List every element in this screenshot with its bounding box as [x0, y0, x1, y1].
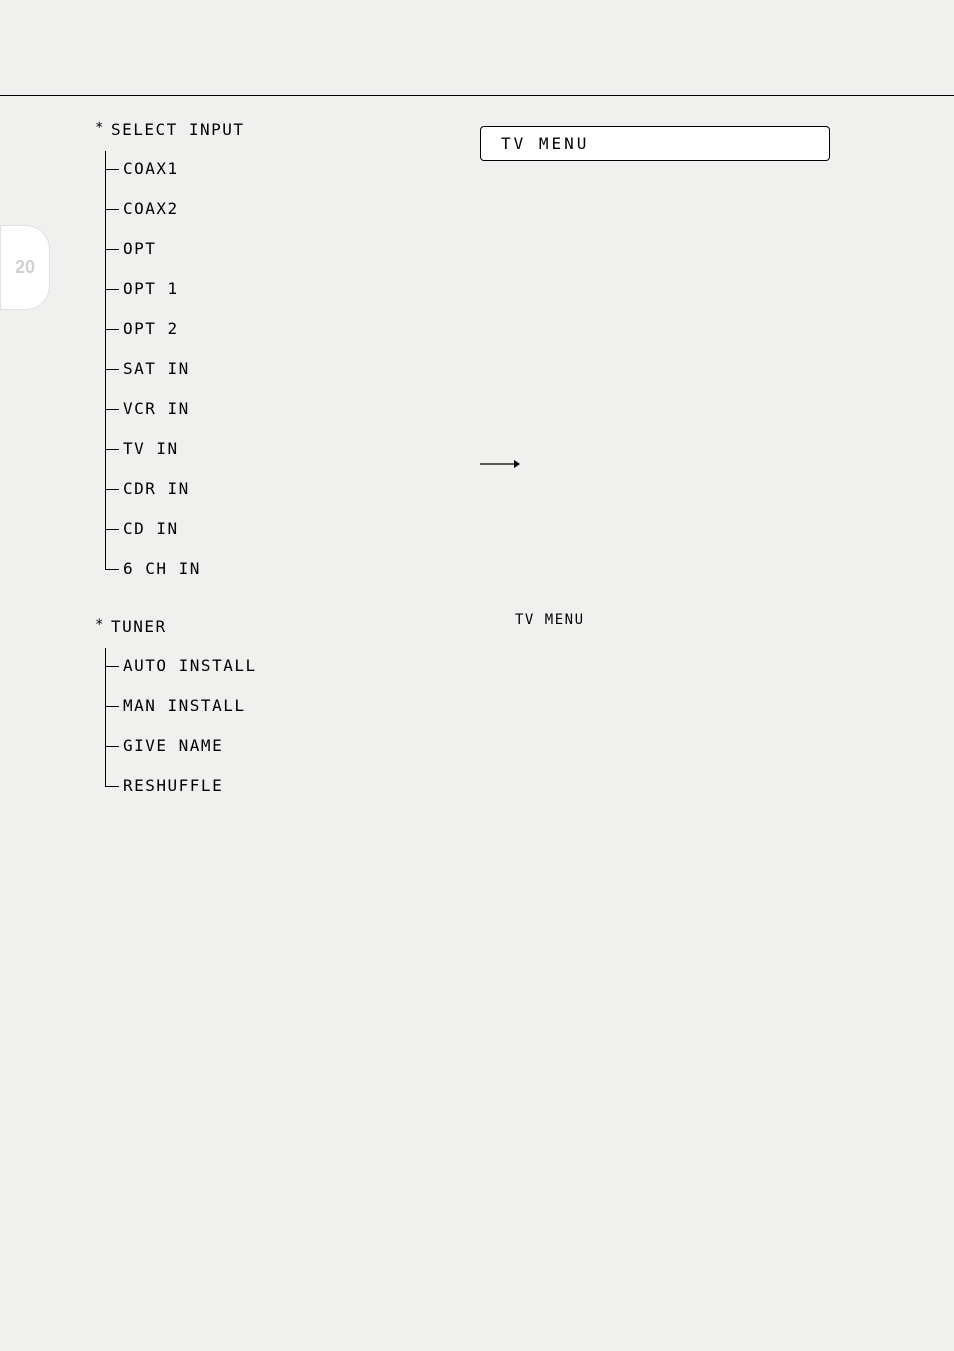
- tree-item: CD IN: [105, 519, 245, 539]
- tree-item: GIVE NAME: [105, 736, 257, 756]
- tree-item-label: 6 CH IN: [123, 559, 201, 578]
- tree-item-label: MAN INSTALL: [123, 696, 245, 715]
- tree-item-label: AUTO INSTALL: [123, 656, 257, 675]
- tree-item-label: RESHUFFLE: [123, 776, 223, 795]
- page-number-tab: 20: [0, 225, 50, 310]
- tree-item: COAX1: [105, 159, 245, 179]
- tree-item: OPT: [105, 239, 245, 259]
- tree-item: OPT 2: [105, 319, 245, 339]
- tree-select-input: * SELECT INPUT COAX1 COAX2 OPT OPT 1 OPT 2 SA…: [95, 120, 245, 599]
- tree-item: VCR IN: [105, 399, 245, 419]
- tree-item-label: OPT 1: [123, 279, 179, 298]
- tree-item-label: CD IN: [123, 519, 179, 538]
- lcd-display-bar: TV MENU: [480, 126, 830, 161]
- tree-item-label: GIVE NAME: [123, 736, 223, 755]
- tree-item-label: OPT: [123, 239, 156, 258]
- arrow-right-icon: [480, 457, 520, 471]
- tree-item: RESHUFFLE: [105, 776, 257, 796]
- tree-item: COAX2: [105, 199, 245, 219]
- tree-item-label: COAX1: [123, 159, 179, 178]
- tree-root-label: SELECT INPUT: [111, 120, 245, 139]
- asterisk-icon: *: [95, 617, 105, 633]
- tree-item: OPT 1: [105, 279, 245, 299]
- tree-item: TV IN: [105, 439, 245, 459]
- tree-item: SAT IN: [105, 359, 245, 379]
- tree-tuner: * TUNER AUTO INSTALL MAN INSTALL GIVE NAME…: [95, 617, 257, 816]
- tree-item: MAN INSTALL: [105, 696, 257, 716]
- tree-item: 6 CH IN: [105, 559, 245, 579]
- tree-root-label: TUNER: [111, 617, 167, 636]
- tree-item-label: VCR IN: [123, 399, 190, 418]
- tree-item-label: COAX2: [123, 199, 179, 218]
- page-number: 20: [15, 257, 35, 278]
- top-hairline: [0, 95, 954, 96]
- tree-item: CDR IN: [105, 479, 245, 499]
- tree-item: AUTO INSTALL: [105, 656, 257, 676]
- asterisk-icon: *: [95, 120, 105, 136]
- tree-item-label: TV IN: [123, 439, 179, 458]
- tree-item-label: OPT 2: [123, 319, 179, 338]
- tv-menu-caption: TV MENU: [515, 610, 855, 632]
- lcd-display-text: TV MENU: [501, 134, 589, 153]
- tree-item-label: SAT IN: [123, 359, 190, 378]
- tree-item-label: CDR IN: [123, 479, 190, 498]
